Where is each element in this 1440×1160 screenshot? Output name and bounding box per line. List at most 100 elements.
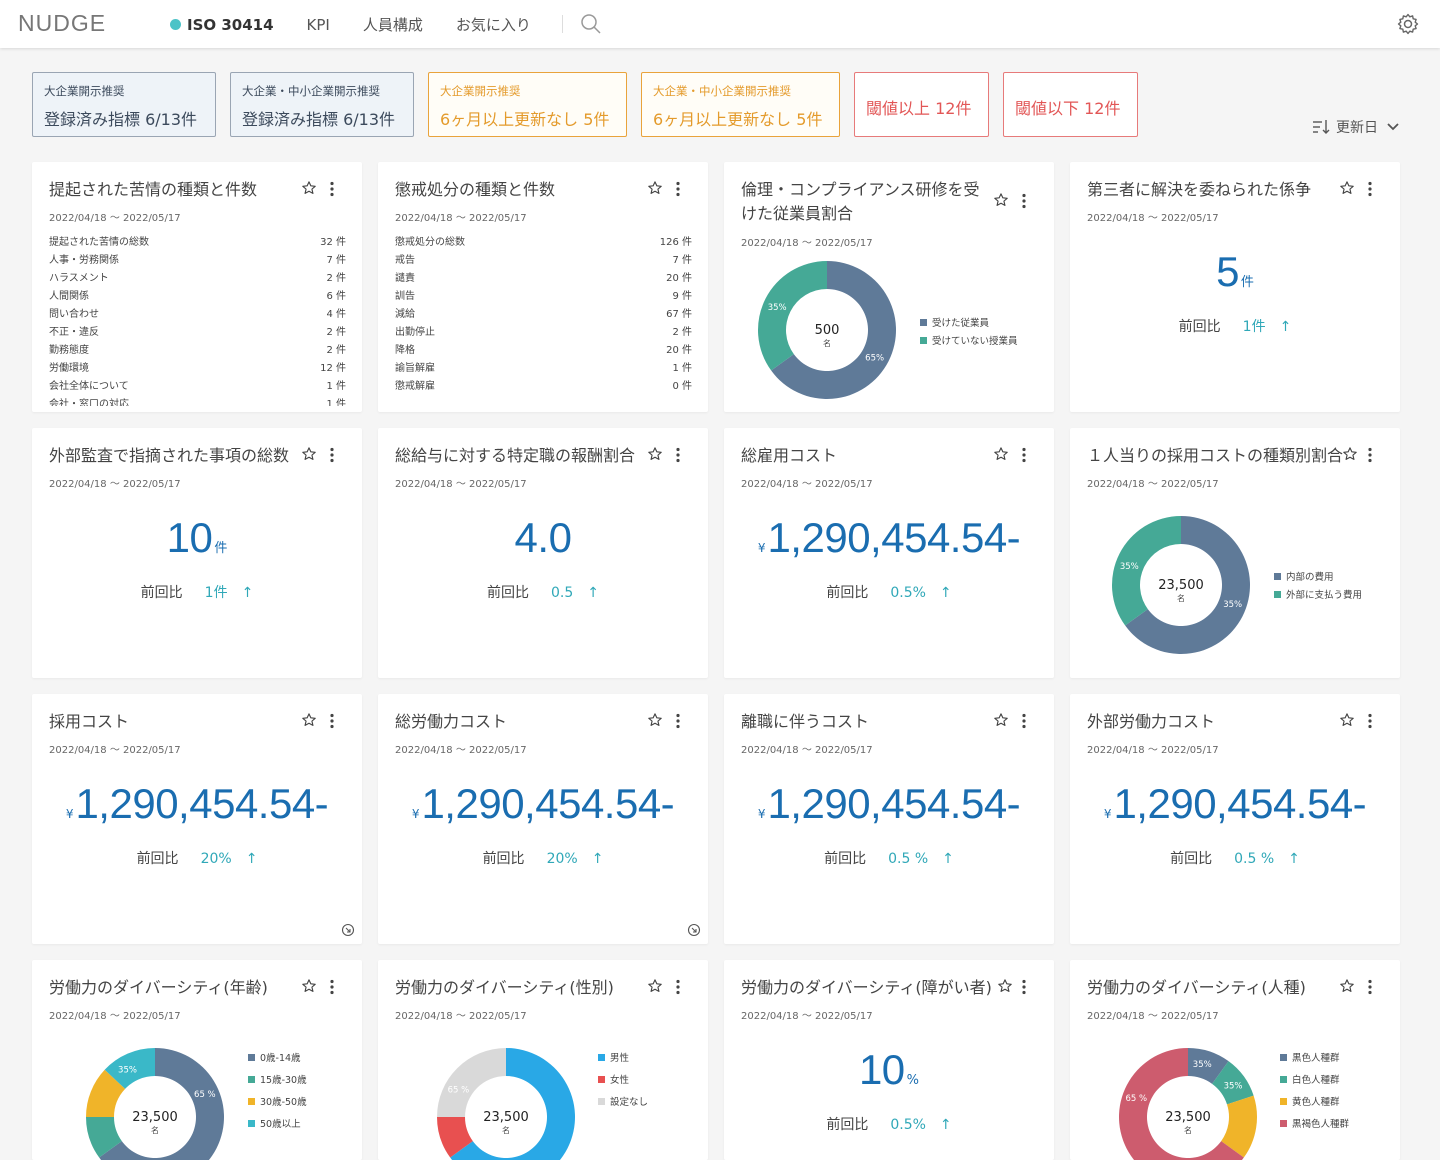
list-item: ハラスメント 2 件 xyxy=(49,270,346,288)
list-item-label: 減給 xyxy=(395,309,415,320)
card-title: 総雇用コスト xyxy=(741,446,838,465)
more-vert-icon[interactable] xyxy=(329,181,335,201)
more-vert-icon[interactable] xyxy=(1367,181,1373,201)
list-item-label: 提起された苦情の総数 xyxy=(49,237,149,248)
list-item-label: 戒告 xyxy=(395,255,415,266)
star-icon[interactable] xyxy=(1339,712,1355,732)
card-hiring-cost[interactable]: 採用コスト 2022/04/18 〜 2022/05/17 ¥1,290,454… xyxy=(32,694,362,944)
nav-favorites[interactable]: お気に入り xyxy=(456,14,531,35)
card-total-employment-cost[interactable]: 総雇用コスト 2022/04/18 〜 2022/05/17 ¥1,290,45… xyxy=(724,428,1054,678)
more-vert-icon[interactable] xyxy=(675,447,681,467)
kpi-comparison: 前回比 0.5 % ↑ xyxy=(824,851,954,867)
legend-label: 受けていない授業員 xyxy=(932,336,1018,347)
filter-chip-large-registered[interactable]: 大企業開示推奨 登録済み指標 6/13件 xyxy=(32,72,216,137)
star-icon[interactable] xyxy=(647,712,663,732)
legend-swatch xyxy=(1280,1119,1287,1127)
legend-label: 白色人種群 xyxy=(1292,1075,1340,1086)
card-third-party-disputes[interactable]: 第三者に解決を委ねられた係争 2022/04/18 〜 2022/05/17 5… xyxy=(1070,162,1400,412)
settings-gear-icon[interactable] xyxy=(1396,12,1420,40)
open-detail-icon[interactable] xyxy=(687,922,701,941)
list-item: 不正・違反 2 件 xyxy=(49,324,346,342)
search-icon[interactable] xyxy=(580,13,602,39)
arrow-up-icon: ↑ xyxy=(241,585,254,601)
card-title: 総労働力コスト xyxy=(395,712,508,731)
card-diversity-age[interactable]: 労働力のダイバーシティ(年齢) 2022/04/18 〜 2022/05/17 … xyxy=(32,960,362,1160)
legend-swatch xyxy=(598,1053,605,1061)
card-disciplinary[interactable]: 懲戒処分の種類と件数 2022/04/18 〜 2022/05/17 懲戒処分の… xyxy=(378,162,708,412)
legend-swatch xyxy=(920,318,927,326)
more-vert-icon[interactable] xyxy=(675,713,681,733)
filter-chip-large-stale[interactable]: 大企業開示推奨 6ヶ月以上更新なし 5件 xyxy=(428,72,627,137)
more-vert-icon[interactable] xyxy=(329,713,335,733)
legend-swatch xyxy=(1280,1075,1287,1083)
card-external-labor-cost[interactable]: 外部労働力コスト 2022/04/18 〜 2022/05/17 ¥1,290,… xyxy=(1070,694,1400,944)
card-complaints[interactable]: 提起された苦情の種類と件数 2022/04/18 〜 2022/05/17 提起… xyxy=(32,162,362,412)
card-diversity-disability[interactable]: 労働力のダイバーシティ(障がい者) 2022/04/18 〜 2022/05/1… xyxy=(724,960,1054,1160)
legend-swatch xyxy=(598,1097,605,1105)
legend-item: 白色人種群 xyxy=(1280,1068,1349,1090)
more-vert-icon[interactable] xyxy=(1021,447,1027,467)
kpi-comparison: 前回比 1件 ↑ xyxy=(140,585,254,601)
legend-item: 外部に支払う費用 xyxy=(1274,585,1362,603)
card-compliance-training[interactable]: 倫理・コンプライアンス研修を受けた従業員割合 2022/04/18 〜 2022… xyxy=(724,162,1054,412)
slice-label: 65% xyxy=(865,354,884,364)
legend-label: 男性 xyxy=(610,1053,630,1064)
legend-item: 0歳-14歳 xyxy=(248,1046,307,1068)
list-item: 会社・窓口の対応 1 件 xyxy=(49,396,346,406)
more-vert-icon[interactable] xyxy=(329,447,335,467)
card-turnover-cost[interactable]: 離職に伴うコスト 2022/04/18 〜 2022/05/17 ¥1,290,… xyxy=(724,694,1054,944)
card-date-range: 2022/04/18 〜 2022/05/17 xyxy=(1087,745,1219,756)
nav-kpi[interactable]: KPI xyxy=(307,16,330,34)
star-icon[interactable] xyxy=(993,446,1009,466)
legend-label: 女性 xyxy=(610,1075,630,1086)
legend-item: 黒褐色人種群 xyxy=(1280,1112,1349,1134)
star-icon[interactable] xyxy=(1339,180,1355,200)
more-vert-icon[interactable] xyxy=(1021,713,1027,733)
card-diversity-gender[interactable]: 労働力のダイバーシティ(性別) 2022/04/18 〜 2022/05/17 … xyxy=(378,960,708,1160)
card-audit-findings[interactable]: 外部監査で指摘された事項の総数 2022/04/18 〜 2022/05/17 … xyxy=(32,428,362,678)
list-item-count: 2 件 xyxy=(326,345,346,356)
legend-item: 黒色人種群 xyxy=(1280,1046,1349,1068)
donut-center-value: 500 xyxy=(815,323,840,338)
star-icon[interactable] xyxy=(997,978,1013,998)
kpi-comparison: 前回比 0.5 ↑ xyxy=(487,585,599,601)
kpi-value: ¥1,290,454.54- xyxy=(757,780,1021,827)
arrow-up-icon: ↑ xyxy=(939,1117,952,1133)
filter-chip-all-stale[interactable]: 大企業・中小企業開示推奨 6ヶ月以上更新なし 5件 xyxy=(641,72,840,137)
list-item-count: 9 件 xyxy=(672,291,692,302)
star-icon[interactable] xyxy=(647,180,663,200)
chart-legend: 受けた従業員 受けていない授業員 xyxy=(920,313,1018,349)
card-total-labor-cost[interactable]: 総労働力コスト 2022/04/18 〜 2022/05/17 ¥1,290,4… xyxy=(378,694,708,944)
nav-staffing[interactable]: 人員構成 xyxy=(363,14,423,35)
list-item-count: 1 件 xyxy=(326,381,346,392)
list-item-label: 会社・窓口の対応 xyxy=(49,399,129,406)
card-hiring-cost-breakdown[interactable]: １人当りの採用コストの種類別割合 2022/04/18 〜 2022/05/17… xyxy=(1070,428,1400,678)
card-specific-pay-ratio[interactable]: 総給与に対する特定職の報酬割合 2022/04/18 〜 2022/05/17 … xyxy=(378,428,708,678)
legend-label: 50歳以上 xyxy=(260,1119,301,1130)
list-item-count: 32 件 xyxy=(320,237,346,248)
more-vert-icon[interactable] xyxy=(1367,713,1373,733)
list-item: 提起された苦情の総数 32 件 xyxy=(49,234,346,252)
kpi-comparison: 前回比 1件 ↑ xyxy=(1178,319,1292,335)
app-logo[interactable]: NUDGE xyxy=(18,10,106,37)
list-item: 勤務態度 2 件 xyxy=(49,342,346,360)
star-icon[interactable] xyxy=(647,446,663,466)
nav-iso-30414[interactable]: ISO 30414 xyxy=(170,16,274,34)
star-icon[interactable] xyxy=(301,712,317,732)
sort-dropdown[interactable]: 更新日 xyxy=(1311,117,1400,137)
list-item-label: 懲戒処分の総数 xyxy=(395,237,465,248)
card-diversity-race[interactable]: 労働力のダイバーシティ(人種) 2022/04/18 〜 2022/05/17 … xyxy=(1070,960,1400,1160)
disciplinary-list: 懲戒処分の総数 126 件戒告 7 件譴責 20 件訓告 9 件減給 67 件出勤停止 2 … xyxy=(395,234,692,406)
star-icon[interactable] xyxy=(301,446,317,466)
donut-svg: 65% 35% 500名 xyxy=(758,261,896,399)
more-vert-icon[interactable] xyxy=(675,181,681,201)
filter-chip-all-registered[interactable]: 大企業・中小企業開示推奨 登録済み指標 6/13件 xyxy=(230,72,414,137)
kpi-comparison: 前回比 0.5% ↑ xyxy=(826,585,952,601)
list-item-count: 1 件 xyxy=(672,363,692,374)
star-icon[interactable] xyxy=(993,712,1009,732)
filter-chip-below-threshold[interactable]: 閾値以下 12件 xyxy=(1003,72,1138,137)
open-detail-icon[interactable] xyxy=(341,922,355,941)
more-vert-icon[interactable] xyxy=(1021,979,1027,999)
star-icon[interactable] xyxy=(301,180,317,200)
filter-chip-above-threshold[interactable]: 閾値以上 12件 xyxy=(854,72,989,137)
